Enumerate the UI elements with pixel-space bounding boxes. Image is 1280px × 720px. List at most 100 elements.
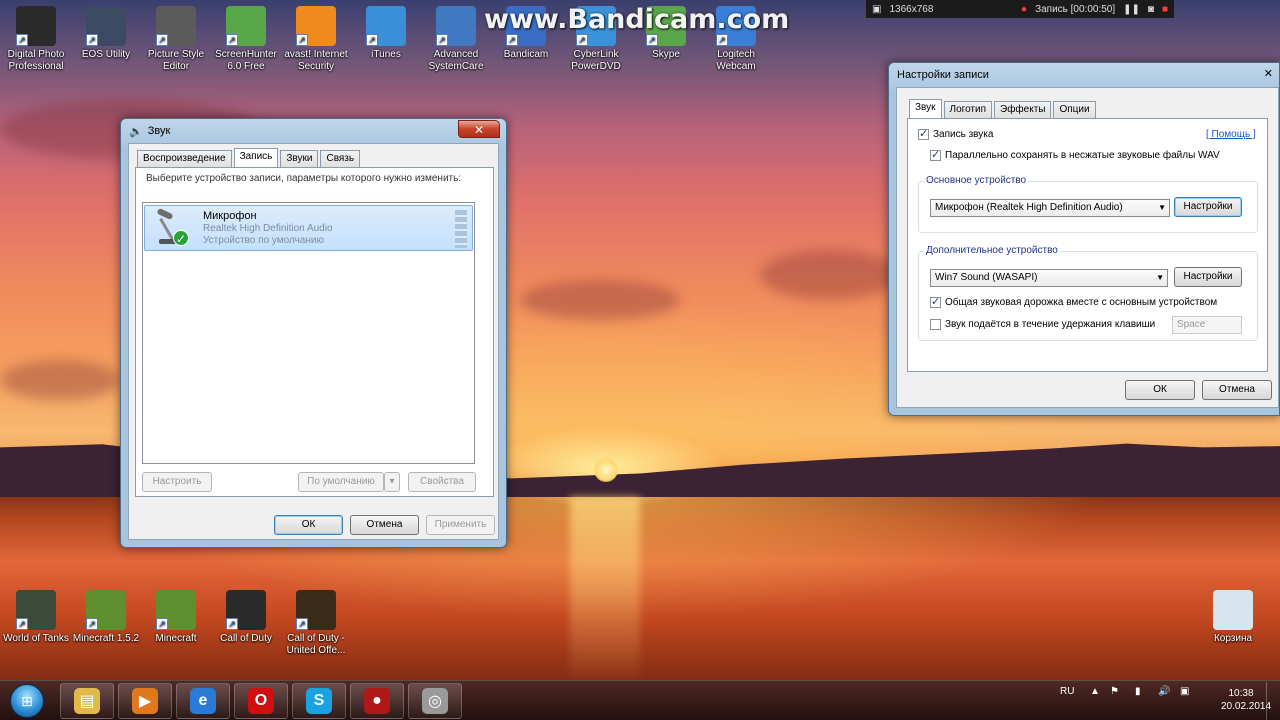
record-sound-checkbox[interactable]: [918, 127, 929, 140]
tab-options[interactable]: Опции: [1053, 101, 1096, 118]
app-icon: ↗: [16, 6, 56, 46]
properties-button[interactable]: Свойства: [408, 472, 476, 492]
level-meter: [455, 210, 467, 248]
ok-button[interactable]: ОК: [1125, 380, 1195, 400]
cancel-button[interactable]: Отмена: [350, 515, 419, 535]
save-wav-row[interactable]: Параллельно сохранять в несжатые звуковы…: [930, 148, 1220, 161]
bandicam-logo-icon: ▣: [872, 3, 882, 15]
record-settings-title: Настройки записи: [897, 69, 989, 81]
desktop-icon-label: Digital Photo Professional: [7, 49, 65, 72]
desktop-icon-label: Skype: [652, 49, 680, 60]
taskbar-button-skype[interactable]: S: [292, 683, 346, 719]
language-indicator[interactable]: RU: [1060, 686, 1074, 697]
device-icon[interactable]: ▣: [1180, 686, 1189, 697]
internet-explorer-icon: e: [190, 688, 216, 714]
bandicam-stop-icon[interactable]: ■: [1162, 4, 1168, 15]
media-player-icon: ▶: [132, 688, 158, 714]
desktop-icon[interactable]: ↗ ScreenHunter 6.0 Free: [210, 6, 282, 73]
bandicam-pause-icon[interactable]: ❚❚: [1123, 4, 1140, 15]
shortcut-arrow-icon: ↗: [296, 34, 308, 46]
set-default-button[interactable]: По умолчанию: [298, 472, 384, 492]
desktop-icon[interactable]: ↗ Advanced SystemCare: [420, 6, 492, 73]
shortcut-arrow-icon: ↗: [86, 618, 98, 630]
taskbar-button-opera[interactable]: O: [234, 683, 288, 719]
list-item[interactable]: ✓ Микрофон Realtek High Definition Audio…: [144, 205, 473, 251]
sound-tabs: Воспроизведение Запись Звуки Связь: [137, 148, 361, 167]
desktop-icon[interactable]: ↗ Call of Duty - United Offe...: [280, 590, 352, 657]
action-center-flag-icon[interactable]: ⚑: [1110, 686, 1119, 697]
desktop-icon[interactable]: ↗ World of Tanks: [0, 590, 72, 645]
taskbar-button-internet-explorer[interactable]: e: [176, 683, 230, 719]
desktop-icon[interactable]: Корзина: [1197, 590, 1269, 645]
cancel-button[interactable]: Отмена: [1202, 380, 1272, 400]
desktop-icon[interactable]: ↗ Call of Duty: [210, 590, 282, 645]
app-icon: ↗: [436, 6, 476, 46]
clock-time: 10:38: [1228, 688, 1254, 699]
tab-recording[interactable]: Запись: [233, 148, 279, 167]
tab-logo[interactable]: Логотип: [943, 101, 992, 118]
push-to-talk-row[interactable]: Звук подаётся в течение удержания клавиш…: [930, 319, 1155, 330]
network-icon[interactable]: ▮: [1135, 686, 1141, 697]
tab-sound[interactable]: Звук: [909, 99, 942, 118]
bandicam-toolbar[interactable]: ▣ 1366x768 ● Запись [00:00:50] ❚❚ ◙ ■: [866, 0, 1174, 18]
show-hidden-icons[interactable]: ▲: [1090, 686, 1100, 697]
desktop-icon[interactable]: ↗ Minecraft: [140, 590, 212, 645]
hotkey-input[interactable]: Space: [1172, 316, 1242, 334]
shortcut-arrow-icon: ↗: [16, 618, 28, 630]
show-desktop-button[interactable]: [1266, 682, 1280, 720]
primary-settings-button[interactable]: Настройки: [1174, 197, 1242, 217]
primary-device-select[interactable]: Микрофон (Realtek High Definition Audio)…: [930, 199, 1170, 217]
apply-button[interactable]: Применить: [426, 515, 495, 535]
tab-sounds[interactable]: Звуки: [280, 150, 319, 167]
taskbar-button-media-player[interactable]: ▶: [118, 683, 172, 719]
close-icon[interactable]: ✕: [1264, 67, 1273, 80]
desktop-icon[interactable]: ↗ Picture Style Editor: [140, 6, 212, 73]
desktop-icon-label: Call of Duty: [220, 633, 272, 644]
secondary-device-select[interactable]: Win7 Sound (WASAPI) ▼: [930, 269, 1168, 287]
desktop-icon-label: Picture Style Editor: [147, 49, 205, 72]
desktop-icon[interactable]: ↗ EOS Utility: [70, 6, 142, 61]
ok-button[interactable]: ОК: [274, 515, 343, 535]
record-settings-titlebar[interactable]: Настройки записи: [889, 63, 1279, 87]
tab-communications[interactable]: Связь: [320, 150, 361, 167]
volume-icon[interactable]: 🔊: [1158, 686, 1170, 697]
set-default-dropdown[interactable]: ▾: [384, 472, 400, 492]
configure-button[interactable]: Настроить: [142, 472, 212, 492]
tab-playback[interactable]: Воспроизведение: [137, 150, 232, 167]
chevron-down-icon: ▼: [1156, 273, 1164, 282]
desktop-icon[interactable]: ↗ avast! Internet Security: [280, 6, 352, 73]
tab-effects[interactable]: Эффекты: [994, 101, 1052, 118]
clock[interactable]: 10:38 20.02.2014: [1221, 688, 1271, 712]
save-wav-checkbox[interactable]: [930, 148, 941, 161]
taskbar-button-sound-control[interactable]: ◎: [408, 683, 462, 719]
bandicam-resolution: 1366x768: [889, 3, 934, 15]
record-settings-tabs: Звук Логотип Эффекты Опции: [909, 99, 1096, 118]
record-settings-dialog: Настройки записи ✕ Звук Логотип Эффекты …: [888, 62, 1280, 416]
desktop-icon[interactable]: ↗ iTunes: [350, 6, 422, 61]
app-icon: [1213, 590, 1253, 630]
wallpaper-sea-shine: [570, 497, 640, 687]
wallpaper-cloud: [0, 360, 120, 400]
help-link[interactable]: [ Помощь ]: [1206, 129, 1256, 140]
sound-settings-panel: Запись звука [ Помощь ] Параллельно сохр…: [907, 118, 1268, 372]
taskbar-button-explorer[interactable]: ▤: [60, 683, 114, 719]
shortcut-arrow-icon: ↗: [226, 618, 238, 630]
push-to-talk-checkbox[interactable]: [930, 319, 941, 330]
record-sound-row[interactable]: Запись звука: [918, 127, 993, 140]
mix-track-row[interactable]: Общая звуковая дорожка вместе с основным…: [930, 295, 1217, 308]
desktop-icon[interactable]: ↗ Digital Photo Professional: [0, 6, 72, 73]
sound-dialog: 🔈 Звук ✕ Воспроизведение Запись Звуки Св…: [120, 118, 507, 548]
close-button[interactable]: ✕: [458, 120, 500, 138]
device-list[interactable]: ✓ Микрофон Realtek High Definition Audio…: [142, 202, 475, 464]
desktop-icon[interactable]: ↗ Minecraft 1.5.2: [70, 590, 142, 645]
app-icon: ↗: [156, 590, 196, 630]
device-driver: Realtek High Definition Audio: [203, 223, 333, 234]
mix-track-checkbox[interactable]: [930, 295, 941, 308]
secondary-device-value: Win7 Sound (WASAPI): [935, 272, 1038, 283]
taskbar-button-bandicam[interactable]: ●: [350, 683, 404, 719]
start-button[interactable]: ⊞: [10, 684, 44, 718]
secondary-settings-button[interactable]: Настройки: [1174, 267, 1242, 287]
bandicam-camera-icon[interactable]: ◙: [1148, 4, 1154, 15]
sound-dialog-titlebar[interactable]: 🔈 Звук: [121, 119, 506, 143]
bandicam-record-indicator: ●: [1021, 3, 1028, 15]
